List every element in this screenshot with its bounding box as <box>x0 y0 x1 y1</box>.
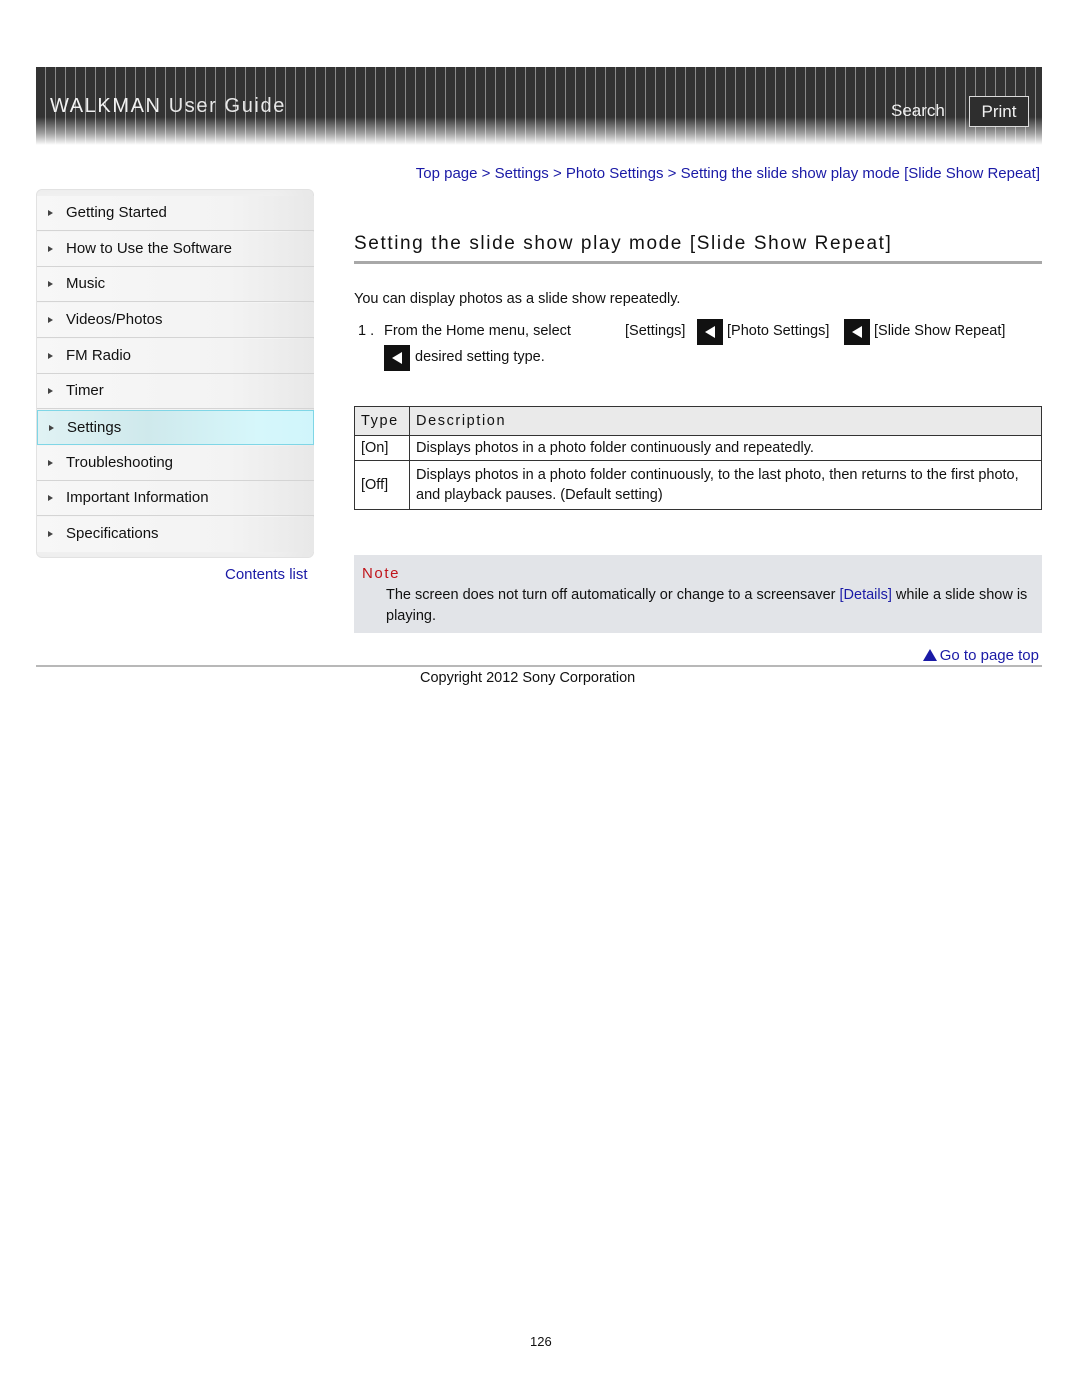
sidebar-item-getting-started[interactable]: Getting Started <box>37 196 314 231</box>
table-header-type: Type <box>354 406 410 436</box>
sidebar-item-fm-radio[interactable]: FM Radio <box>37 339 314 374</box>
app-title: WALKMAN User Guide <box>50 95 286 118</box>
breadcrumb-separator: > <box>552 165 562 182</box>
step-photo-settings: [Photo Settings] <box>727 323 830 339</box>
table-row: [Off] Displays photos in a photo folder … <box>354 460 1042 510</box>
footer-divider <box>36 665 1042 667</box>
sidebar-item-settings[interactable]: Settings <box>37 410 314 445</box>
breadcrumb-photo-settings[interactable]: Photo Settings <box>566 165 664 182</box>
sidebar-item-label: FM Radio <box>66 347 132 364</box>
sidebar-item-label: Troubleshooting <box>66 454 174 471</box>
sidebar-item-label: Getting Started <box>66 204 167 221</box>
sidebar-item-important-information[interactable]: Important Information <box>37 481 314 516</box>
arrow-right-icon <box>48 388 53 394</box>
sidebar-item-label: Settings <box>67 419 122 436</box>
app-title-sub: User Guide <box>168 95 286 117</box>
arrow-right-icon <box>48 281 53 287</box>
page-title: Setting the slide show play mode [Slide … <box>354 233 893 254</box>
arrow-right-icon <box>48 246 53 252</box>
intro-text: You can display photos as a slide show r… <box>354 291 681 307</box>
arrow-right-icon <box>48 495 53 501</box>
table-cell-type: [Off] <box>354 460 410 510</box>
sidebar-item-label: Timer <box>66 382 104 399</box>
note-text-before: The screen does not turn off automatical… <box>386 587 840 603</box>
copyright-text: Copyright 2012 Sony Corporation <box>420 670 636 686</box>
table-header-row: Type Description <box>354 406 1042 436</box>
print-button[interactable]: Print <box>969 96 1029 127</box>
go-top-label: Go to page top <box>939 647 1039 664</box>
sidebar-item-how-to-use-software[interactable]: How to Use the Software <box>37 232 314 267</box>
sidebar-item-specifications[interactable]: Specifications <box>37 517 314 552</box>
step-slide-show-repeat: [Slide Show Repeat] <box>874 323 1006 339</box>
step-settings: [Settings] <box>625 323 686 339</box>
sidebar-item-timer[interactable]: Timer <box>37 374 314 409</box>
sidebar-item-label: Videos/Photos <box>66 311 163 328</box>
arrow-left-icon <box>844 319 870 345</box>
note-box: Note The screen does not turn off automa… <box>354 555 1042 633</box>
table-cell-type: [On] <box>354 435 410 461</box>
search-link[interactable]: Search <box>891 101 945 121</box>
settings-table: Type Description [On] Displays photos in… <box>354 406 1042 510</box>
sidebar-item-label: Specifications <box>66 525 159 542</box>
breadcrumb-settings[interactable]: Settings <box>495 165 549 182</box>
note-title: Note <box>362 565 401 582</box>
sidebar-item-music[interactable]: Music <box>37 267 314 302</box>
table-cell-description: Displays photos in a photo folder contin… <box>409 460 1042 510</box>
arrow-left-icon <box>384 345 410 371</box>
step-desired-setting: desired setting type. <box>415 349 545 365</box>
arrow-right-icon <box>48 317 53 323</box>
sidebar-nav: Getting Started How to Use the Software … <box>36 189 314 558</box>
go-to-page-top-link[interactable]: Go to page top <box>922 647 1039 664</box>
arrow-left-icon <box>697 319 723 345</box>
table-cell-description: Displays photos in a photo folder contin… <box>409 435 1042 461</box>
step-text: From the Home menu, select <box>384 323 571 339</box>
contents-list-link[interactable]: Contents list <box>225 566 308 583</box>
arrow-right-icon <box>48 210 53 216</box>
sidebar-item-label: Music <box>66 275 106 292</box>
step-number: 1 . <box>358 323 375 339</box>
arrow-right-icon <box>48 353 53 359</box>
breadcrumb-separator: > <box>481 165 491 182</box>
details-link[interactable]: [Details] <box>840 587 892 603</box>
sidebar-item-label: How to Use the Software <box>66 240 232 257</box>
title-divider <box>354 261 1042 264</box>
breadcrumb: Top page > Settings > Photo Settings > S… <box>416 165 1040 182</box>
arrow-right-icon <box>49 425 54 431</box>
header-banner: WALKMAN User Guide Search Print <box>36 67 1042 145</box>
table-header-description: Description <box>409 406 1042 436</box>
sidebar-item-troubleshooting[interactable]: Troubleshooting <box>37 446 314 481</box>
table-row: [On] Displays photos in a photo folder c… <box>354 435 1042 461</box>
sidebar-item-label: Important Information <box>66 489 209 506</box>
breadcrumb-top-page[interactable]: Top page <box>416 165 478 182</box>
note-text: The screen does not turn off automatical… <box>386 585 1036 627</box>
breadcrumb-separator: > <box>667 165 677 182</box>
triangle-up-icon <box>922 649 937 661</box>
sidebar-item-videos-photos[interactable]: Videos/Photos <box>37 303 314 338</box>
arrow-right-icon <box>48 460 53 466</box>
breadcrumb-current-page[interactable]: Setting the slide show play mode [Slide … <box>681 165 1040 182</box>
page-number: 126 <box>530 1334 552 1349</box>
app-title-brand: WALKMAN <box>50 95 162 117</box>
arrow-right-icon <box>48 531 53 537</box>
